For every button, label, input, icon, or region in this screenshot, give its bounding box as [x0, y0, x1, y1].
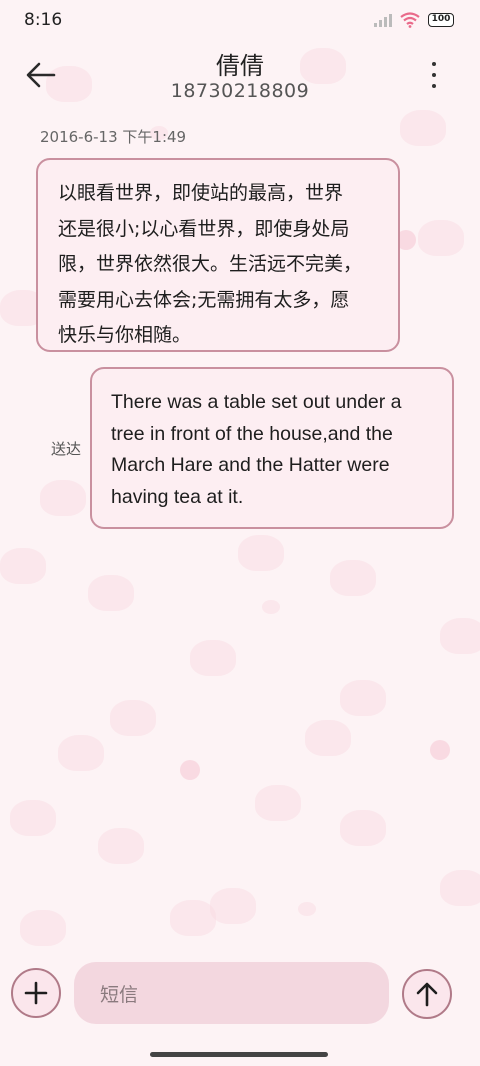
- status-bar: 8:16 100: [0, 0, 480, 40]
- status-icons: 100: [374, 12, 454, 28]
- message-line: 需要用心去体会;无需拥有太多，愿: [58, 288, 350, 311]
- signal-icon: [374, 13, 392, 27]
- home-indicator[interactable]: [150, 1052, 328, 1057]
- send-button[interactable]: [402, 969, 452, 1019]
- incoming-message-bubble[interactable]: 以眼看世界，即使站的最高，世界 还是很小;以心看世界，即使身处局 限，世界依然很…: [36, 158, 400, 352]
- message-line: 还是很小;以心看世界，即使身处局: [58, 217, 350, 240]
- plus-icon: [24, 981, 48, 1005]
- message-line: tree in front of the house,and the: [111, 422, 393, 445]
- delivery-status: 送达: [51, 440, 82, 458]
- more-vertical-icon[interactable]: [424, 60, 444, 90]
- contact-phone: 18730218809: [170, 80, 310, 102]
- arrow-up-icon: [416, 982, 438, 1007]
- message-composer: 短信: [0, 958, 480, 1028]
- message-line: 以眼看世界，即使站的最高，世界: [58, 182, 344, 204]
- contact-name: 倩倩: [216, 52, 264, 80]
- wifi-icon: [400, 12, 420, 28]
- message-line: 快乐与你相随。: [58, 324, 192, 346]
- message-line: March Hare and the Hatter were: [111, 454, 390, 476]
- battery-icon: 100: [428, 13, 454, 27]
- message-line: There was a table set out under a: [111, 391, 402, 413]
- add-attachment-button[interactable]: [11, 968, 61, 1018]
- outgoing-message-bubble[interactable]: There was a table set out under a tree i…: [90, 367, 454, 529]
- message-line: 限，世界依然很大。生活远不完美，: [58, 253, 363, 275]
- status-time: 8:16: [24, 10, 63, 30]
- message-line: having tea at it.: [111, 485, 244, 508]
- conversation-header: 倩倩 18730218809: [0, 44, 480, 108]
- message-input-placeholder: 短信: [100, 983, 139, 1006]
- message-input[interactable]: 短信: [74, 962, 389, 1024]
- message-timestamp: 2016-6-13 下午1:49: [40, 128, 187, 146]
